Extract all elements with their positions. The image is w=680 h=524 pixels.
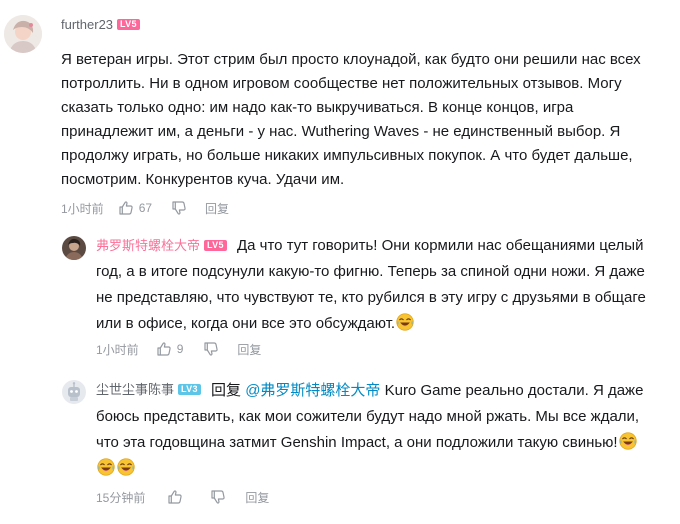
comment-text: Я ветеран игры. Этот стрим был просто кл… [61, 51, 641, 188]
reply-text: Да что тут говорить! Они кормили нас обе… [96, 237, 646, 332]
laugh-cry-emoji [396, 313, 414, 331]
reply-button[interactable]: 回复 [245, 489, 269, 506]
timestamp: 1小时前 [61, 201, 104, 216]
like-count: 67 [138, 201, 153, 215]
laugh-cry-emoji [97, 458, 115, 476]
like-button[interactable]: 9 [156, 341, 184, 357]
avatar[interactable] [4, 15, 42, 53]
like-count: 9 [176, 342, 184, 356]
timestamp: 1小时前 [96, 342, 139, 357]
timestamp: 15分钟前 [96, 490, 146, 505]
comment-meta: 1小时前 67 回复 [61, 199, 229, 217]
laugh-cry-emoji [619, 432, 637, 450]
avatar[interactable] [62, 380, 86, 404]
avatar[interactable] [62, 236, 86, 260]
dislike-button[interactable] [210, 489, 226, 505]
reply-meta: 1小时前 9 回复 [96, 340, 261, 358]
thumbs-down-icon [203, 341, 219, 357]
dislike-button[interactable] [171, 200, 187, 216]
mention-link[interactable]: @弗罗斯特螺栓大帝 [245, 382, 380, 399]
reply-button[interactable]: 回复 [205, 200, 229, 217]
like-button[interactable] [167, 489, 183, 505]
reply-meta: 15分钟前 回复 [96, 488, 269, 506]
reply-text: 回复 @弗罗斯特螺栓大帝 Kuro Game реально достали. … [96, 378, 651, 482]
thumbs-up-icon [167, 489, 183, 505]
reply-prefix: 回复 [211, 382, 242, 399]
username[interactable]: further23 LV5 [61, 16, 140, 34]
thumbs-up-icon [118, 200, 134, 216]
laugh-cry-emoji [117, 458, 135, 476]
dislike-button[interactable] [203, 341, 219, 357]
thumbs-down-icon [210, 489, 226, 505]
username-text[interactable]: further23 [61, 17, 113, 32]
thumbs-up-icon [156, 341, 172, 357]
reply-button[interactable]: 回复 [237, 341, 261, 358]
like-button[interactable]: 67 [118, 200, 152, 216]
thumbs-down-icon [171, 200, 187, 216]
level-badge: LV5 [117, 19, 140, 30]
